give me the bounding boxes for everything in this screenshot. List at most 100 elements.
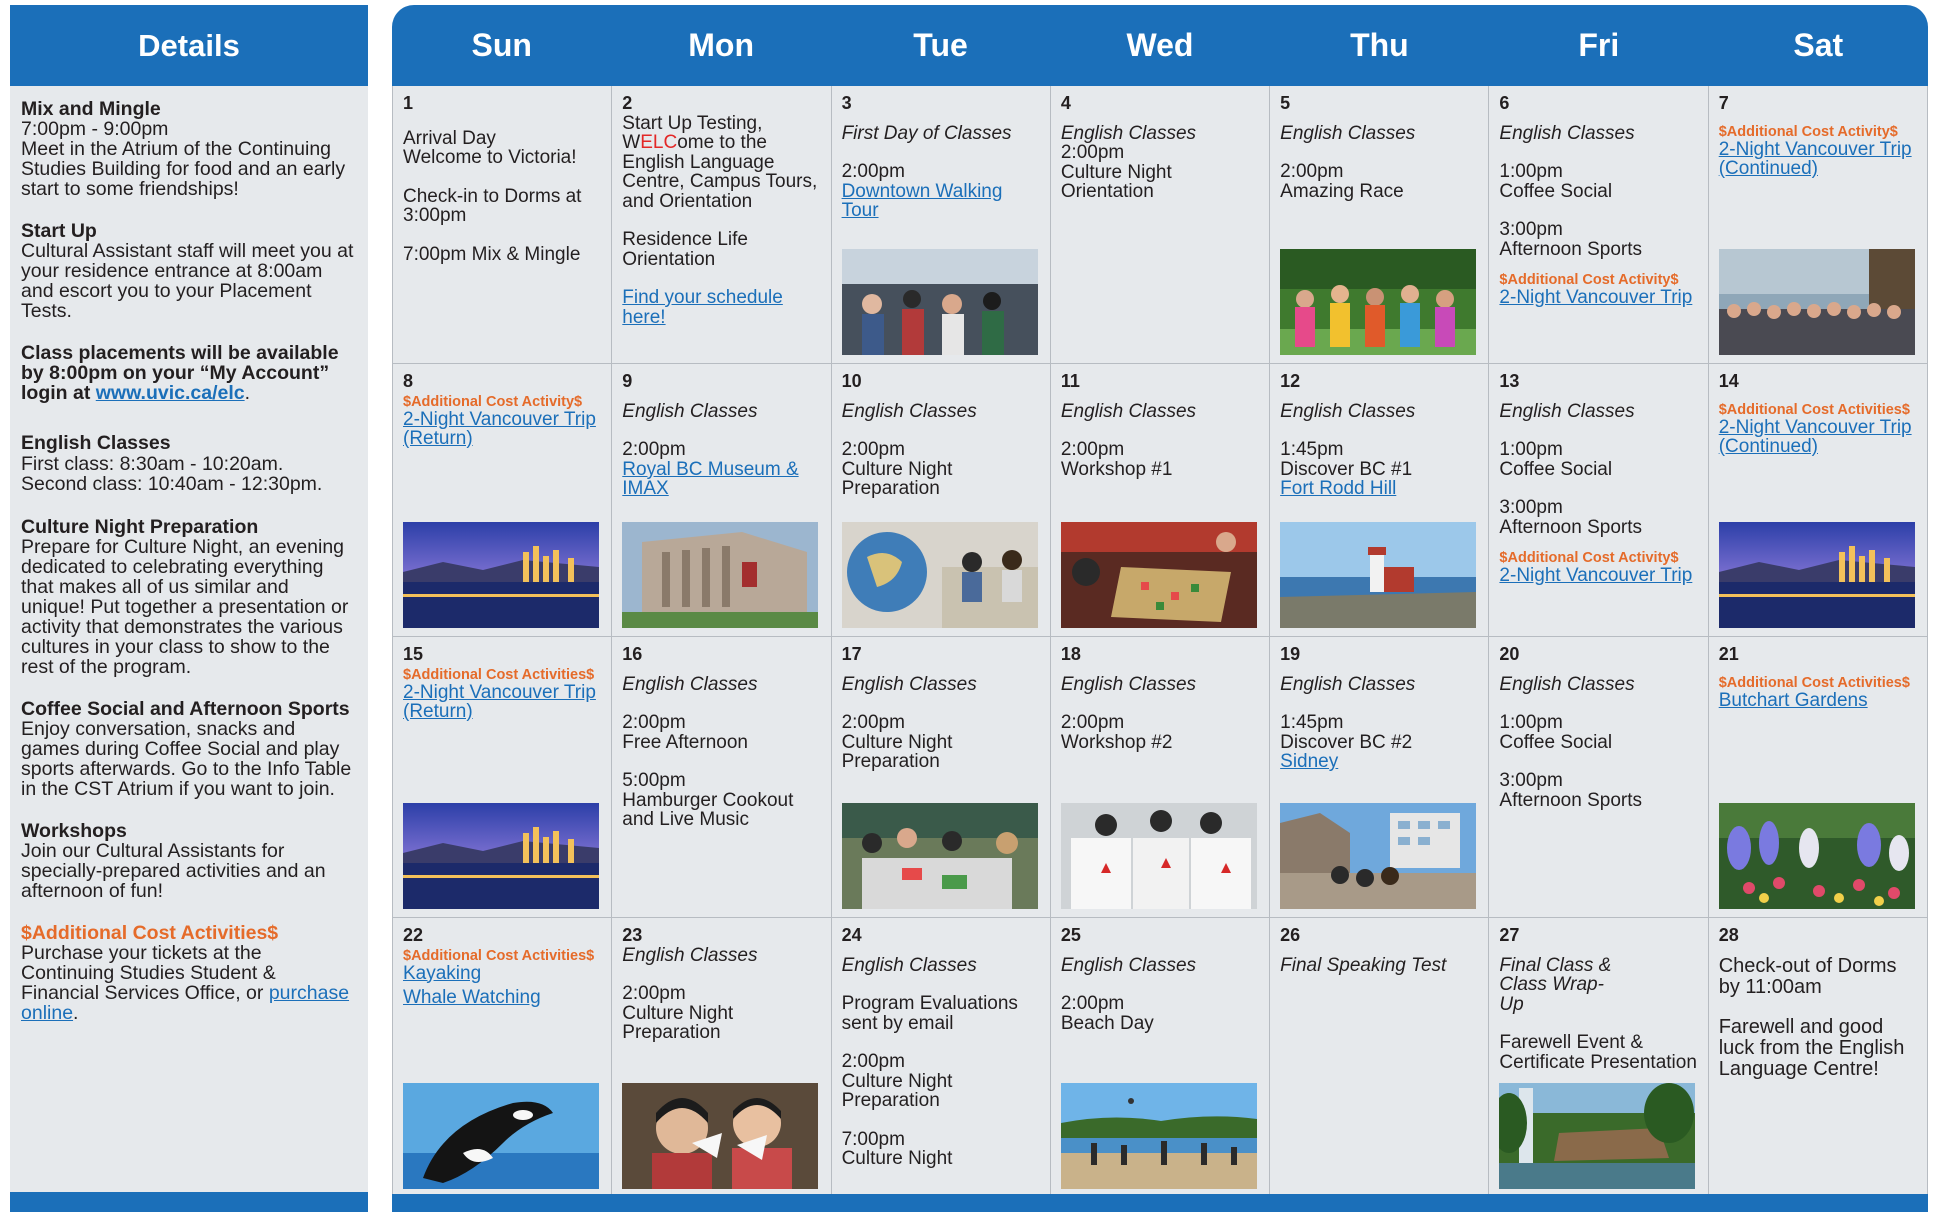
day-of-week-mon: Mon: [688, 27, 754, 63]
vancouver-trip-link[interactable]: 2-Night Vancouver Trip (Return): [403, 682, 601, 722]
event-text: Coffee Social: [1499, 458, 1613, 480]
orca-photo: [403, 1083, 599, 1189]
day-cell-27: 27 Final Class & Class Wrap-Up Farewell …: [1489, 918, 1708, 1197]
event-text: English Classes: [1060, 954, 1197, 976]
vancouver-trip-link[interactable]: 2-Night Vancouver Trip: [1499, 566, 1697, 586]
royal-bc-museum-link[interactable]: Royal BC Museum & IMAX: [622, 459, 820, 499]
section-title: $Additional Cost Activities$: [21, 921, 279, 944]
event-time: 2:00pm: [622, 983, 686, 1004]
sidney-link[interactable]: Sidney: [1280, 752, 1478, 772]
section-text: Cultural Assistant staff will meet you a…: [21, 240, 354, 322]
event-text: English Classes: [622, 400, 758, 422]
event-time: 1:45pm: [1280, 712, 1344, 733]
event-text: Program Evaluations sent by email: [841, 993, 1018, 1034]
details-section-culture-night: Culture Night Preparation Prepare for Cu…: [21, 517, 357, 677]
day-of-week-wed: Wed: [1126, 27, 1194, 63]
event-text: Culture Night Preparation: [841, 458, 953, 499]
event-time: 2:00pm: [1060, 142, 1125, 163]
globe-classroom-photo: [841, 522, 1038, 628]
day-number: 16: [622, 644, 643, 664]
event-text: Arrival Day: [403, 127, 496, 149]
event-time: 3:00pm: [1499, 219, 1563, 240]
day-cell-6: 6 English Classes 1:00pm Coffee Social 3…: [1489, 86, 1708, 363]
day-number: 19: [1280, 644, 1301, 664]
vancouver-trip-link[interactable]: 2-Night Vancouver Trip (Continued): [1719, 139, 1917, 179]
day-cell-16: 16 English Classes 2:00pm Free Afternoon…: [612, 637, 831, 917]
section-text: 7:00pm - 9:00pm Meet in the Atrium of th…: [21, 118, 346, 200]
day-of-week-tue: Tue: [913, 27, 968, 63]
day-number: 10: [841, 371, 862, 391]
event-text: Coffee Social: [1499, 731, 1613, 753]
event-text: Discover BC #2: [1280, 731, 1413, 753]
vancouver-trip-link[interactable]: 2-Night Vancouver Trip: [1499, 288, 1697, 308]
event-text: English Classes: [1499, 673, 1635, 695]
section-title: English Classes: [21, 432, 171, 454]
day-cell-26: 26 Final Speaking Test: [1270, 918, 1489, 1197]
kayaking-link[interactable]: Kayaking: [403, 963, 601, 984]
event-time: 1:00pm: [1499, 439, 1563, 460]
fountain-pavilion-photo: [1499, 1083, 1696, 1189]
elc-website-link[interactable]: www.uvic.ca/elc: [96, 382, 245, 404]
day-number: 13: [1499, 371, 1520, 391]
walking-tour-link[interactable]: Downtown Walking Tour: [842, 181, 1040, 221]
event-text: English Classes: [1060, 673, 1197, 695]
event-text: Farewell Event & Certificate Presentatio…: [1499, 1032, 1697, 1073]
event-time: 3:00pm: [1499, 497, 1563, 518]
calendar-footer-bar: [392, 1194, 1928, 1212]
additional-cost-label: $Additional Cost Activities$: [403, 947, 595, 964]
day-cell-8: 8 $Additional Cost Activity$ 2-Night Van…: [393, 364, 612, 636]
welcome-elc: ELC: [640, 132, 678, 153]
event-text: Culture Night Preparation: [841, 731, 953, 772]
butchart-gardens-photo: [1718, 803, 1915, 909]
day-number: 23: [622, 925, 643, 945]
additional-cost-label: $Additional Cost Activities$: [1718, 401, 1910, 418]
day-cell-14: 14 $Additional Cost Activities$ 2-Night …: [1708, 364, 1927, 636]
additional-cost-label: $Additional Cost Activities$: [1718, 674, 1910, 691]
welcome-w: W: [622, 132, 641, 153]
day-number: 17: [841, 644, 862, 664]
details-header: Details: [10, 5, 368, 86]
vancouver-trip-link[interactable]: 2-Night Vancouver Trip (Continued): [1719, 417, 1917, 457]
fort-rodd-hill-link[interactable]: Fort Rodd Hill: [1280, 479, 1478, 499]
day-number: 9: [622, 371, 633, 391]
day-cell-25: 25 English Classes 2:00pm Beach Day: [1050, 918, 1270, 1197]
day-cell-9: 9 English Classes 2:00pm Royal BC Museum…: [612, 364, 831, 636]
details-section-start-up: Start Up Cultural Assistant staff will m…: [21, 221, 357, 321]
day-cell-11: 11 English Classes 2:00pm Workshop #1: [1050, 364, 1270, 636]
event-text: English Classes: [1060, 122, 1197, 144]
schedule-link[interactable]: Find your schedule here!: [622, 288, 820, 327]
walking-tour-photo: [841, 249, 1038, 355]
vancouver-trip-link[interactable]: 2-Night Vancouver Trip (Return): [403, 409, 601, 449]
event-text: English Classes: [1280, 400, 1416, 422]
day-cell-4: 4 English Classes 2:00pm Culture Night O…: [1050, 86, 1270, 363]
event-time: 1:45pm: [1280, 439, 1344, 460]
event-text: English Classes: [841, 673, 977, 695]
event-time: 2:00pm: [1060, 993, 1125, 1014]
details-section-workshops: Workshops Join our Cultural Assistants f…: [21, 821, 357, 901]
event-time: 7:00pm: [841, 1128, 905, 1150]
calendar: Sun Mon Tue Wed Thu Fri Sat 1 Arrival Da…: [392, 5, 1928, 1212]
additional-cost-label: $Additional Cost Activity$: [403, 393, 583, 410]
details-section-additional-cost: $Additional Cost Activities$ Purchase yo…: [21, 923, 357, 1023]
event-text: Farewell and good luck from the English …: [1718, 1015, 1905, 1080]
event-time: 5:00pm: [622, 770, 686, 791]
details-panel: Details Mix and Mingle 7:00pm - 9:00pm M…: [10, 5, 368, 1212]
whale-watching-link[interactable]: Whale Watching: [403, 988, 601, 1008]
details-section-english-classes: English Classes First class: 8:30am - 10…: [21, 433, 357, 495]
day-cell-22: 22 $Additional Cost Activities$ Kayaking…: [393, 918, 612, 1197]
event-time: 2:00pm: [841, 712, 905, 733]
section-text: Prepare for Culture Night, an evening de…: [21, 535, 349, 678]
event-text: English Classes: [622, 944, 758, 966]
day-of-week-fri: Fri: [1578, 27, 1620, 63]
event-text: English Classes: [1280, 122, 1416, 144]
section-title: Mix and Mingle: [21, 98, 161, 120]
event-time: 3:00pm: [1499, 770, 1563, 791]
section-title: Coffee Social and Afternoon Sports: [21, 697, 350, 720]
event-time: 1:00pm: [1499, 161, 1563, 182]
butchart-gardens-link[interactable]: Butchart Gardens: [1719, 690, 1917, 711]
day-number: 4: [1060, 93, 1071, 113]
event-text: Culture Night Preparation: [622, 1002, 734, 1043]
event-text: Amazing Race: [1280, 180, 1404, 202]
event-text: Check-in to Dorms at 3:00pm: [403, 185, 582, 226]
day-cell-28: 28 Check-out of Dorms by 11:00am Farewel…: [1708, 918, 1927, 1197]
